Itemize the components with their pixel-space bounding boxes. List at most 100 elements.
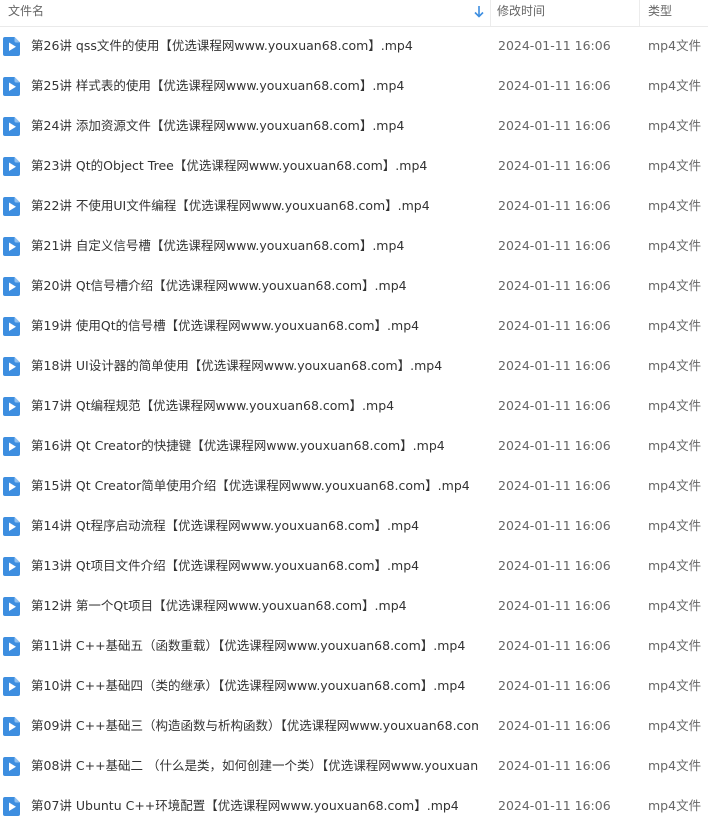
video-file-icon bbox=[3, 677, 20, 696]
video-file-icon bbox=[3, 397, 20, 416]
file-modified-time: 2024-01-11 16:06 bbox=[498, 318, 611, 333]
file-list-header: 文件名 修改时间 类型 bbox=[0, 0, 708, 27]
file-modified-time: 2024-01-11 16:06 bbox=[498, 238, 611, 253]
file-modified-time: 2024-01-11 16:06 bbox=[498, 598, 611, 613]
file-type: mp4文件 bbox=[648, 798, 702, 813]
video-file-icon bbox=[3, 357, 20, 376]
file-modified-time: 2024-01-11 16:06 bbox=[498, 398, 611, 413]
file-type: mp4文件 bbox=[648, 638, 702, 653]
file-modified-time: 2024-01-11 16:06 bbox=[498, 358, 611, 373]
file-name[interactable]: 第18讲 UI设计器的简单使用【优选课程网www.youxuan68.com】.… bbox=[31, 346, 478, 386]
file-type: mp4文件 bbox=[648, 398, 702, 413]
video-file-icon bbox=[3, 797, 20, 816]
file-modified-time: 2024-01-11 16:06 bbox=[498, 78, 611, 93]
file-row[interactable]: 第08讲 C++基础二 （什么是类，如何创建一个类）【优选课程网www.youx… bbox=[0, 746, 708, 786]
file-row[interactable]: 第17讲 Qt编程规范【优选课程网www.youxuan68.com】.mp4 2… bbox=[0, 386, 708, 426]
file-row[interactable]: 第15讲 Qt Creator简单使用介绍【优选课程网www.youxuan68… bbox=[0, 466, 708, 506]
file-row[interactable]: 第23讲 Qt的Object Tree【优选课程网www.youxuan68.c… bbox=[0, 146, 708, 186]
video-file-icon bbox=[3, 557, 20, 576]
file-name[interactable]: 第26讲 qss文件的使用【优选课程网www.youxuan68.com】.mp… bbox=[31, 26, 478, 66]
file-modified-time: 2024-01-11 16:06 bbox=[498, 718, 611, 733]
file-name[interactable]: 第16讲 Qt Creator的快捷键【优选课程网www.youxuan68.c… bbox=[31, 426, 478, 466]
file-name[interactable]: 第08讲 C++基础二 （什么是类，如何创建一个类）【优选课程网www.youx… bbox=[31, 746, 478, 786]
video-file-icon bbox=[3, 477, 20, 496]
file-row[interactable]: 第21讲 自定义信号槽【优选课程网www.youxuan68.com】.mp4 2… bbox=[0, 226, 708, 266]
file-name[interactable]: 第12讲 第一个Qt项目【优选课程网www.youxuan68.com】.mp4 bbox=[31, 586, 478, 626]
video-file-icon bbox=[3, 317, 20, 336]
file-row[interactable]: 第18讲 UI设计器的简单使用【优选课程网www.youxuan68.com】.… bbox=[0, 346, 708, 386]
file-name[interactable]: 第24讲 添加资源文件【优选课程网www.youxuan68.com】.mp4 bbox=[31, 106, 478, 146]
file-name[interactable]: 第15讲 Qt Creator简单使用介绍【优选课程网www.youxuan68… bbox=[31, 466, 478, 506]
file-row[interactable]: 第13讲 Qt项目文件介绍【优选课程网www.youxuan68.com】.mp… bbox=[0, 546, 708, 586]
file-modified-time: 2024-01-11 16:06 bbox=[498, 438, 611, 453]
file-type: mp4文件 bbox=[648, 358, 702, 373]
column-divider[interactable] bbox=[639, 0, 640, 26]
video-file-icon bbox=[3, 597, 20, 616]
file-row[interactable]: 第09讲 C++基础三（构造函数与析构函数）【优选课程网www.youxuan6… bbox=[0, 706, 708, 746]
file-type: mp4文件 bbox=[648, 238, 702, 253]
file-type: mp4文件 bbox=[648, 438, 702, 453]
video-file-icon bbox=[3, 437, 20, 456]
file-type: mp4文件 bbox=[648, 718, 702, 733]
video-file-icon bbox=[3, 717, 20, 736]
file-name[interactable]: 第23讲 Qt的Object Tree【优选课程网www.youxuan68.c… bbox=[31, 146, 478, 186]
file-modified-time: 2024-01-11 16:06 bbox=[498, 558, 611, 573]
file-row[interactable]: 第16讲 Qt Creator的快捷键【优选课程网www.youxuan68.c… bbox=[0, 426, 708, 466]
video-file-icon bbox=[3, 197, 20, 216]
video-file-icon bbox=[3, 637, 20, 656]
file-type: mp4文件 bbox=[648, 78, 702, 93]
video-file-icon bbox=[3, 277, 20, 296]
video-file-icon bbox=[3, 157, 20, 176]
file-row[interactable]: 第22讲 不使用UI文件编程【优选课程网www.youxuan68.com】.m… bbox=[0, 186, 708, 226]
file-row[interactable]: 第12讲 第一个Qt项目【优选课程网www.youxuan68.com】.mp4… bbox=[0, 586, 708, 626]
column-header-modified-time[interactable]: 修改时间 bbox=[497, 0, 627, 26]
file-name[interactable]: 第09讲 C++基础三（构造函数与析构函数）【优选课程网www.youxuan6… bbox=[31, 706, 478, 746]
file-name[interactable]: 第17讲 Qt编程规范【优选课程网www.youxuan68.com】.mp4 bbox=[31, 386, 478, 426]
file-modified-time: 2024-01-11 16:06 bbox=[498, 638, 611, 653]
file-row[interactable]: 第07讲 Ubuntu C++环境配置【优选课程网www.youxuan68.c… bbox=[0, 786, 708, 826]
sort-down-arrow-icon[interactable] bbox=[472, 4, 486, 20]
column-divider[interactable] bbox=[490, 0, 491, 26]
video-file-icon bbox=[3, 517, 20, 536]
file-type: mp4文件 bbox=[648, 758, 702, 773]
file-row[interactable]: 第20讲 Qt信号槽介绍【优选课程网www.youxuan68.com】.mp4… bbox=[0, 266, 708, 306]
file-name[interactable]: 第22讲 不使用UI文件编程【优选课程网www.youxuan68.com】.m… bbox=[31, 186, 478, 226]
file-row[interactable]: 第10讲 C++基础四（类的继承）【优选课程网www.youxuan68.com… bbox=[0, 666, 708, 706]
column-header-type[interactable]: 类型 bbox=[648, 0, 706, 26]
file-name[interactable]: 第10讲 C++基础四（类的继承）【优选课程网www.youxuan68.com… bbox=[31, 666, 478, 706]
file-row[interactable]: 第24讲 添加资源文件【优选课程网www.youxuan68.com】.mp4 2… bbox=[0, 106, 708, 146]
file-name[interactable]: 第20讲 Qt信号槽介绍【优选课程网www.youxuan68.com】.mp4 bbox=[31, 266, 478, 306]
file-modified-time: 2024-01-11 16:06 bbox=[498, 518, 611, 533]
file-name[interactable]: 第07讲 Ubuntu C++环境配置【优选课程网www.youxuan68.c… bbox=[31, 786, 478, 826]
file-modified-time: 2024-01-11 16:06 bbox=[498, 798, 611, 813]
file-name[interactable]: 第13讲 Qt项目文件介绍【优选课程网www.youxuan68.com】.mp… bbox=[31, 546, 478, 586]
file-modified-time: 2024-01-11 16:06 bbox=[498, 478, 611, 493]
file-name[interactable]: 第19讲 使用Qt的信号槽【优选课程网www.youxuan68.com】.mp… bbox=[31, 306, 478, 346]
file-list-table: 文件名 修改时间 类型 第26讲 qss文件的使用【优选课程网www.youxu… bbox=[0, 0, 708, 833]
column-header-name[interactable]: 文件名 bbox=[8, 0, 468, 26]
file-type: mp4文件 bbox=[648, 278, 702, 293]
file-row[interactable]: 第25讲 样式表的使用【优选课程网www.youxuan68.com】.mp4 2… bbox=[0, 66, 708, 106]
file-name[interactable]: 第11讲 C++基础五（函数重载）【优选课程网www.youxuan68.com… bbox=[31, 626, 478, 666]
file-rows: 第26讲 qss文件的使用【优选课程网www.youxuan68.com】.mp… bbox=[0, 26, 708, 826]
file-modified-time: 2024-01-11 16:06 bbox=[498, 678, 611, 693]
file-modified-time: 2024-01-11 16:06 bbox=[498, 158, 611, 173]
video-file-icon bbox=[3, 77, 20, 96]
file-modified-time: 2024-01-11 16:06 bbox=[498, 198, 611, 213]
file-name[interactable]: 第14讲 Qt程序启动流程【优选课程网www.youxuan68.com】.mp… bbox=[31, 506, 478, 546]
file-row[interactable]: 第11讲 C++基础五（函数重载）【优选课程网www.youxuan68.com… bbox=[0, 626, 708, 666]
file-type: mp4文件 bbox=[648, 678, 702, 693]
file-row[interactable]: 第26讲 qss文件的使用【优选课程网www.youxuan68.com】.mp… bbox=[0, 26, 708, 66]
file-row[interactable]: 第14讲 Qt程序启动流程【优选课程网www.youxuan68.com】.mp… bbox=[0, 506, 708, 546]
file-type: mp4文件 bbox=[648, 318, 702, 333]
file-name[interactable]: 第21讲 自定义信号槽【优选课程网www.youxuan68.com】.mp4 bbox=[31, 226, 478, 266]
file-type: mp4文件 bbox=[648, 558, 702, 573]
file-type: mp4文件 bbox=[648, 598, 702, 613]
file-modified-time: 2024-01-11 16:06 bbox=[498, 278, 611, 293]
file-modified-time: 2024-01-11 16:06 bbox=[498, 118, 611, 133]
file-name[interactable]: 第25讲 样式表的使用【优选课程网www.youxuan68.com】.mp4 bbox=[31, 66, 478, 106]
video-file-icon bbox=[3, 117, 20, 136]
file-modified-time: 2024-01-11 16:06 bbox=[498, 38, 611, 53]
file-row[interactable]: 第19讲 使用Qt的信号槽【优选课程网www.youxuan68.com】.mp… bbox=[0, 306, 708, 346]
file-modified-time: 2024-01-11 16:06 bbox=[498, 758, 611, 773]
